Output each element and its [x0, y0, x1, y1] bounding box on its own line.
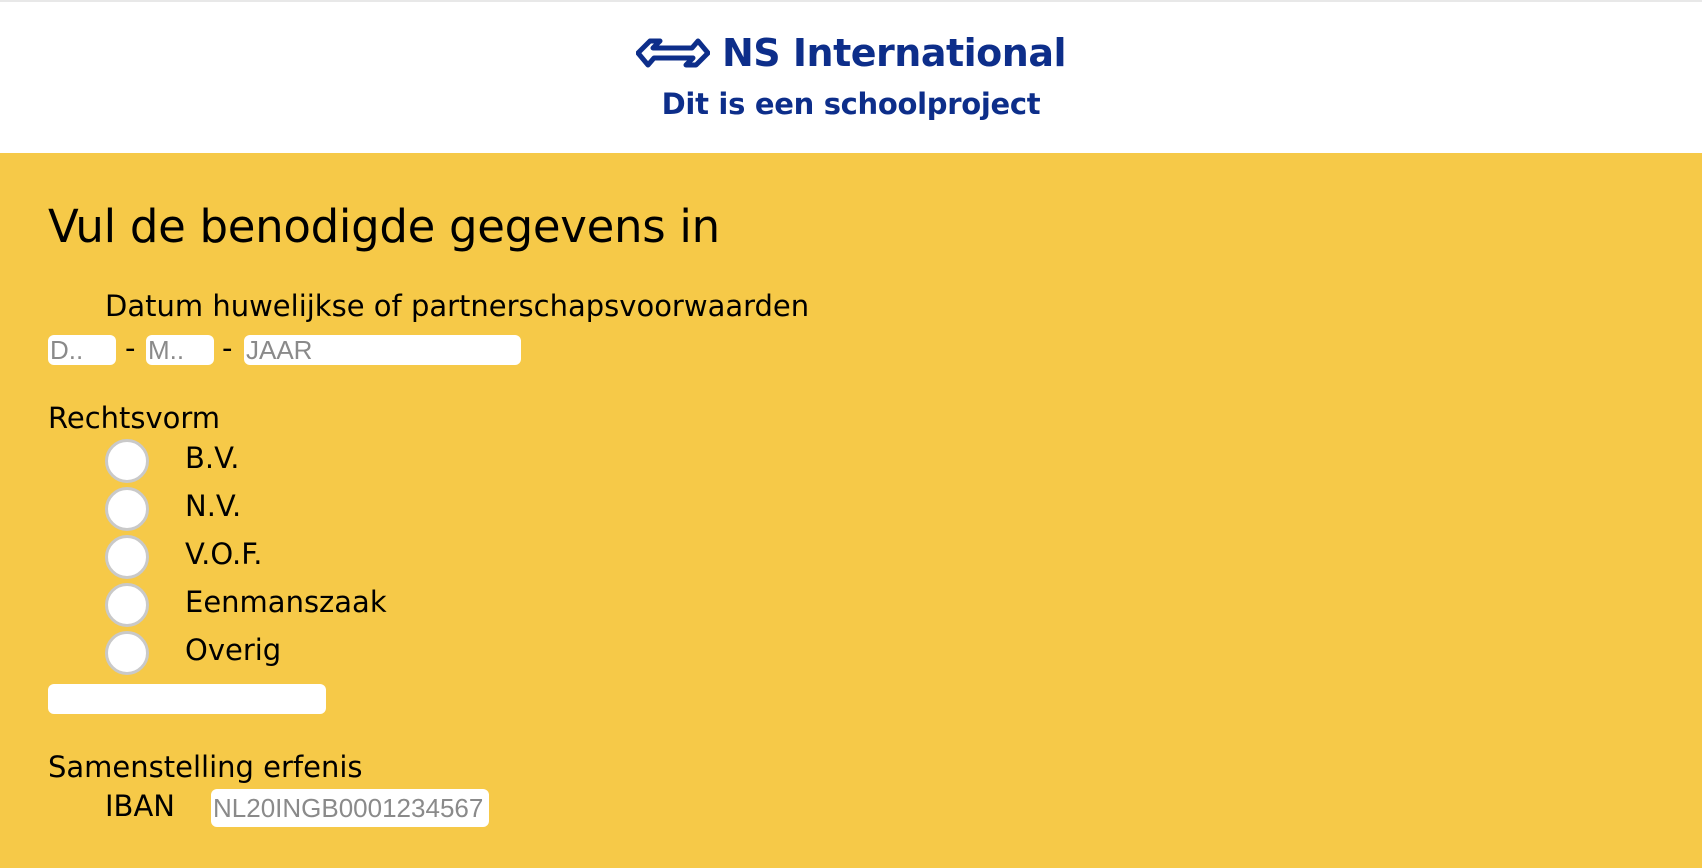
radio-label-overig: Overig [185, 633, 282, 667]
date-label: Datum huwelijkse of partnerschapsvoorwaa… [105, 289, 810, 323]
year-input[interactable] [244, 335, 521, 365]
date-separator: - [125, 331, 136, 365]
iban-label: IBAN [105, 789, 175, 823]
brand-name: NS International [722, 31, 1066, 75]
page-title: Vul de benodigde gegevens in [48, 200, 720, 253]
legal-form-label: Rechtsvorm [48, 401, 221, 435]
brand-row[interactable]: NS International [636, 28, 1066, 78]
radio-label-bv: B.V. [185, 441, 240, 475]
radio-nv[interactable] [105, 487, 149, 531]
day-input[interactable] [48, 335, 116, 365]
header: NS International Dit is een schoolprojec… [0, 0, 1702, 153]
other-legal-form-input[interactable] [48, 684, 326, 714]
iban-input[interactable] [211, 789, 489, 827]
radio-vof[interactable] [105, 535, 149, 579]
month-input[interactable] [146, 335, 214, 365]
inheritance-label: Samenstelling erfenis [48, 750, 363, 784]
radio-label-vof: V.O.F. [185, 537, 263, 571]
radio-label-eenmanszaak: Eenmanszaak [185, 585, 387, 619]
radio-eenmanszaak[interactable] [105, 583, 149, 627]
brand-subtitle: Dit is een schoolproject [661, 87, 1041, 121]
ns-arrows-logo-icon [636, 38, 710, 68]
radio-label-nv: N.V. [185, 489, 242, 523]
radio-bv[interactable] [105, 439, 149, 483]
brand: NS International Dit is een schoolprojec… [0, 28, 1702, 124]
date-separator: - [222, 331, 233, 365]
radio-overig[interactable] [105, 631, 149, 675]
form-area: Vul de benodigde gegevens in Datum huwel… [0, 153, 1702, 868]
